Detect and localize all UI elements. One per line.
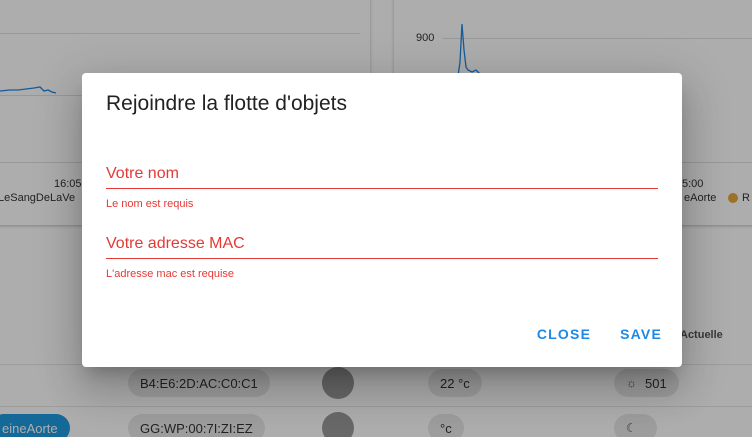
name-field-group: Le nom est requis xyxy=(106,159,658,210)
dialog-actions: CLOSE SAVE xyxy=(516,320,670,348)
name-error-text: Le nom est requis xyxy=(106,198,194,210)
save-button[interactable]: SAVE xyxy=(612,320,670,348)
mac-error-text: L'adresse mac est requise xyxy=(106,268,235,280)
dialog-title: Rejoindre la flotte d'objets xyxy=(106,92,347,115)
mac-field-group: L'adresse mac est requise xyxy=(106,229,658,280)
join-fleet-dialog: Rejoindre la flotte d'objets Le nom est … xyxy=(82,73,682,367)
close-button[interactable]: CLOSE xyxy=(529,320,599,348)
name-input[interactable] xyxy=(106,159,658,189)
mac-address-input[interactable] xyxy=(106,229,658,259)
